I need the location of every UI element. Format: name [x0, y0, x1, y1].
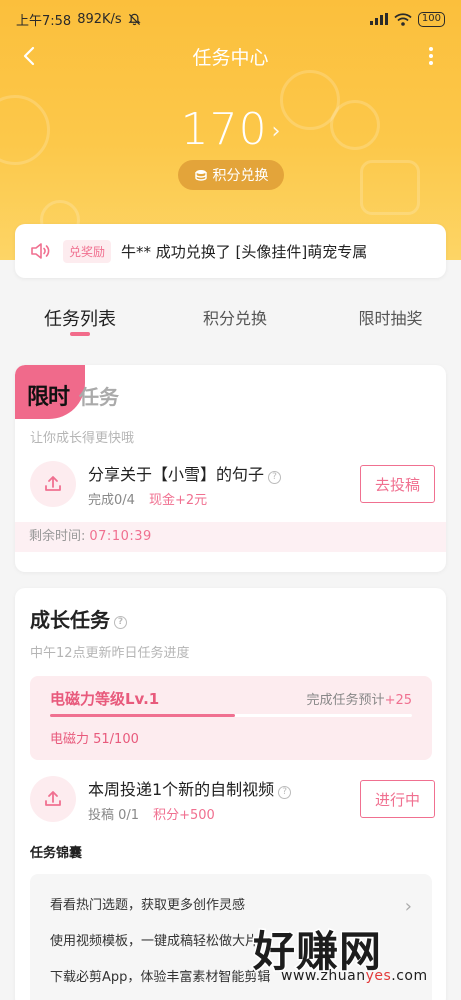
tab-active-indicator: [70, 332, 90, 336]
page-title: 任务中心: [192, 46, 269, 69]
tab-bar: 任务列表 积分兑换 限时抽奖: [0, 295, 461, 345]
help-icon[interactable]: ?: [278, 786, 292, 799]
task-meta: 完成0/4 现金+2元: [88, 489, 207, 508]
wifi-icon: [394, 12, 412, 26]
signal-icon: [369, 13, 388, 25]
task-tip-item[interactable]: 使用视频模板，一键成稿轻松做大片: [50, 930, 258, 949]
submit-button[interactable]: 去投稿: [360, 465, 435, 503]
tab-points-exchange[interactable]: 积分兑换: [160, 295, 310, 345]
countdown-value: 07:10:39: [89, 529, 152, 544]
points-exchange-label: 积分兑换: [212, 168, 269, 184]
limited-task-row: 分享关于【小雪】的句子? 完成0/4 现金+2元 去投稿: [30, 461, 435, 517]
navigation-bar: 任务中心: [0, 36, 461, 76]
task-name: 本周投递1个新的自制视频?: [88, 776, 292, 800]
help-icon[interactable]: ?: [114, 616, 127, 629]
points-display[interactable]: 170 ›: [0, 104, 461, 155]
in-progress-button[interactable]: 进行中: [360, 780, 435, 818]
speaker-icon: [31, 243, 50, 259]
task-tip-item[interactable]: 看看热门选题，获取更多创作灵感: [50, 894, 245, 913]
task-progress: 投稿 0/1: [88, 808, 140, 823]
back-button[interactable]: [14, 40, 46, 72]
chevron-right-icon[interactable]: ›: [405, 896, 412, 917]
battery-indicator: 100: [417, 11, 445, 27]
back-arrow-icon: [23, 46, 35, 66]
task-name: 分享关于【小雪】的句子?: [88, 461, 282, 485]
limited-card-subtitle: 让你成长得更快哦: [30, 431, 135, 446]
watermark-url-prefix: www.zhuan: [281, 968, 366, 984]
tab-limited-lottery[interactable]: 限时抽奖: [310, 295, 461, 345]
watermark-url: www.zhuanyes.com: [281, 968, 428, 984]
help-icon[interactable]: ?: [268, 471, 282, 484]
task-tip-item[interactable]: 下载必剪App，体验丰富素材智能剪辑: [50, 966, 270, 985]
growth-title-text: 成长任务: [30, 608, 110, 632]
tab-task-list[interactable]: 任务列表: [0, 295, 160, 345]
growth-card-subtitle: 中午12点更新昨日任务进度: [30, 646, 190, 661]
task-reward: 现金+2元: [148, 493, 208, 508]
upload-icon-circle: [30, 461, 76, 507]
watermark-url-suffix: .com: [391, 968, 428, 984]
notice-badge: 兑奖励: [63, 239, 112, 263]
level-name: 电磁力等级Lv.1: [50, 690, 160, 708]
level-progress-text: 电磁力 51/100: [50, 732, 139, 747]
status-time: 上午7:58: [16, 13, 72, 29]
growth-task-row: 本周投递1个新的自制视频? 投稿 0/1 积分+500 进行中: [30, 776, 435, 832]
limited-badge-text: 限时: [27, 385, 70, 410]
level-prediction-value: +25: [384, 693, 412, 708]
level-prediction-label: 完成任务预计: [306, 693, 385, 708]
points-value: 170: [180, 104, 268, 155]
bell-mute-icon: [128, 13, 141, 25]
level-progress-track: [50, 714, 412, 717]
upload-icon-circle: [30, 776, 76, 822]
tab-label: 积分兑换: [202, 309, 267, 328]
points-exchange-button[interactable]: 积分兑换: [178, 160, 284, 190]
more-icon: [429, 47, 433, 51]
level-progress-fill: [50, 714, 235, 717]
task-progress: 完成0/4: [88, 493, 135, 508]
network-speed: 892K/s: [77, 11, 122, 27]
watermark-url-accent: yes: [365, 968, 392, 984]
decoration-box: [360, 160, 420, 215]
limited-card-title: 任务: [79, 385, 119, 409]
level-box: 电磁力等级Lv.1 完成任务预计+25 电磁力 51/100: [30, 676, 432, 760]
notice-bar[interactable]: 兑奖励 牛** 成功兑换了 [头像挂件]萌宠专属: [15, 224, 446, 278]
chevron-right-icon: ›: [271, 119, 281, 144]
level-prediction: 完成任务预计+25: [307, 689, 412, 708]
task-name-text: 分享关于【小雪】的句子: [88, 465, 265, 484]
countdown-bar: 剩余时间: 07:10:39: [15, 522, 446, 552]
task-reward: 积分+500: [153, 808, 215, 823]
task-meta: 投稿 0/1 积分+500: [88, 804, 215, 823]
coin-icon: [194, 170, 207, 181]
watermark-logo: 好赚网 www.zhuanyes.com: [251, 918, 443, 990]
growth-card-title: 成长任务?: [30, 604, 127, 633]
tab-label: 限时抽奖: [358, 309, 423, 328]
more-button[interactable]: [415, 40, 447, 72]
countdown-label: 剩余时间:: [29, 529, 86, 544]
notice-text: 牛** 成功兑换了 [头像挂件]萌宠专属: [121, 242, 368, 261]
task-tips-title: 任务锦囊: [30, 846, 83, 861]
tab-label: 任务列表: [44, 309, 116, 330]
limited-task-card: 限时 任务 让你成长得更快哦 分享关于【小雪】的句子? 完成0/4 现金+2元 去…: [15, 365, 446, 572]
upload-icon: [45, 791, 61, 806]
task-name-text: 本周投递1个新的自制视频: [88, 780, 275, 799]
status-bar: 上午7:58 892K/s 100: [0, 0, 461, 38]
upload-icon: [45, 476, 61, 491]
